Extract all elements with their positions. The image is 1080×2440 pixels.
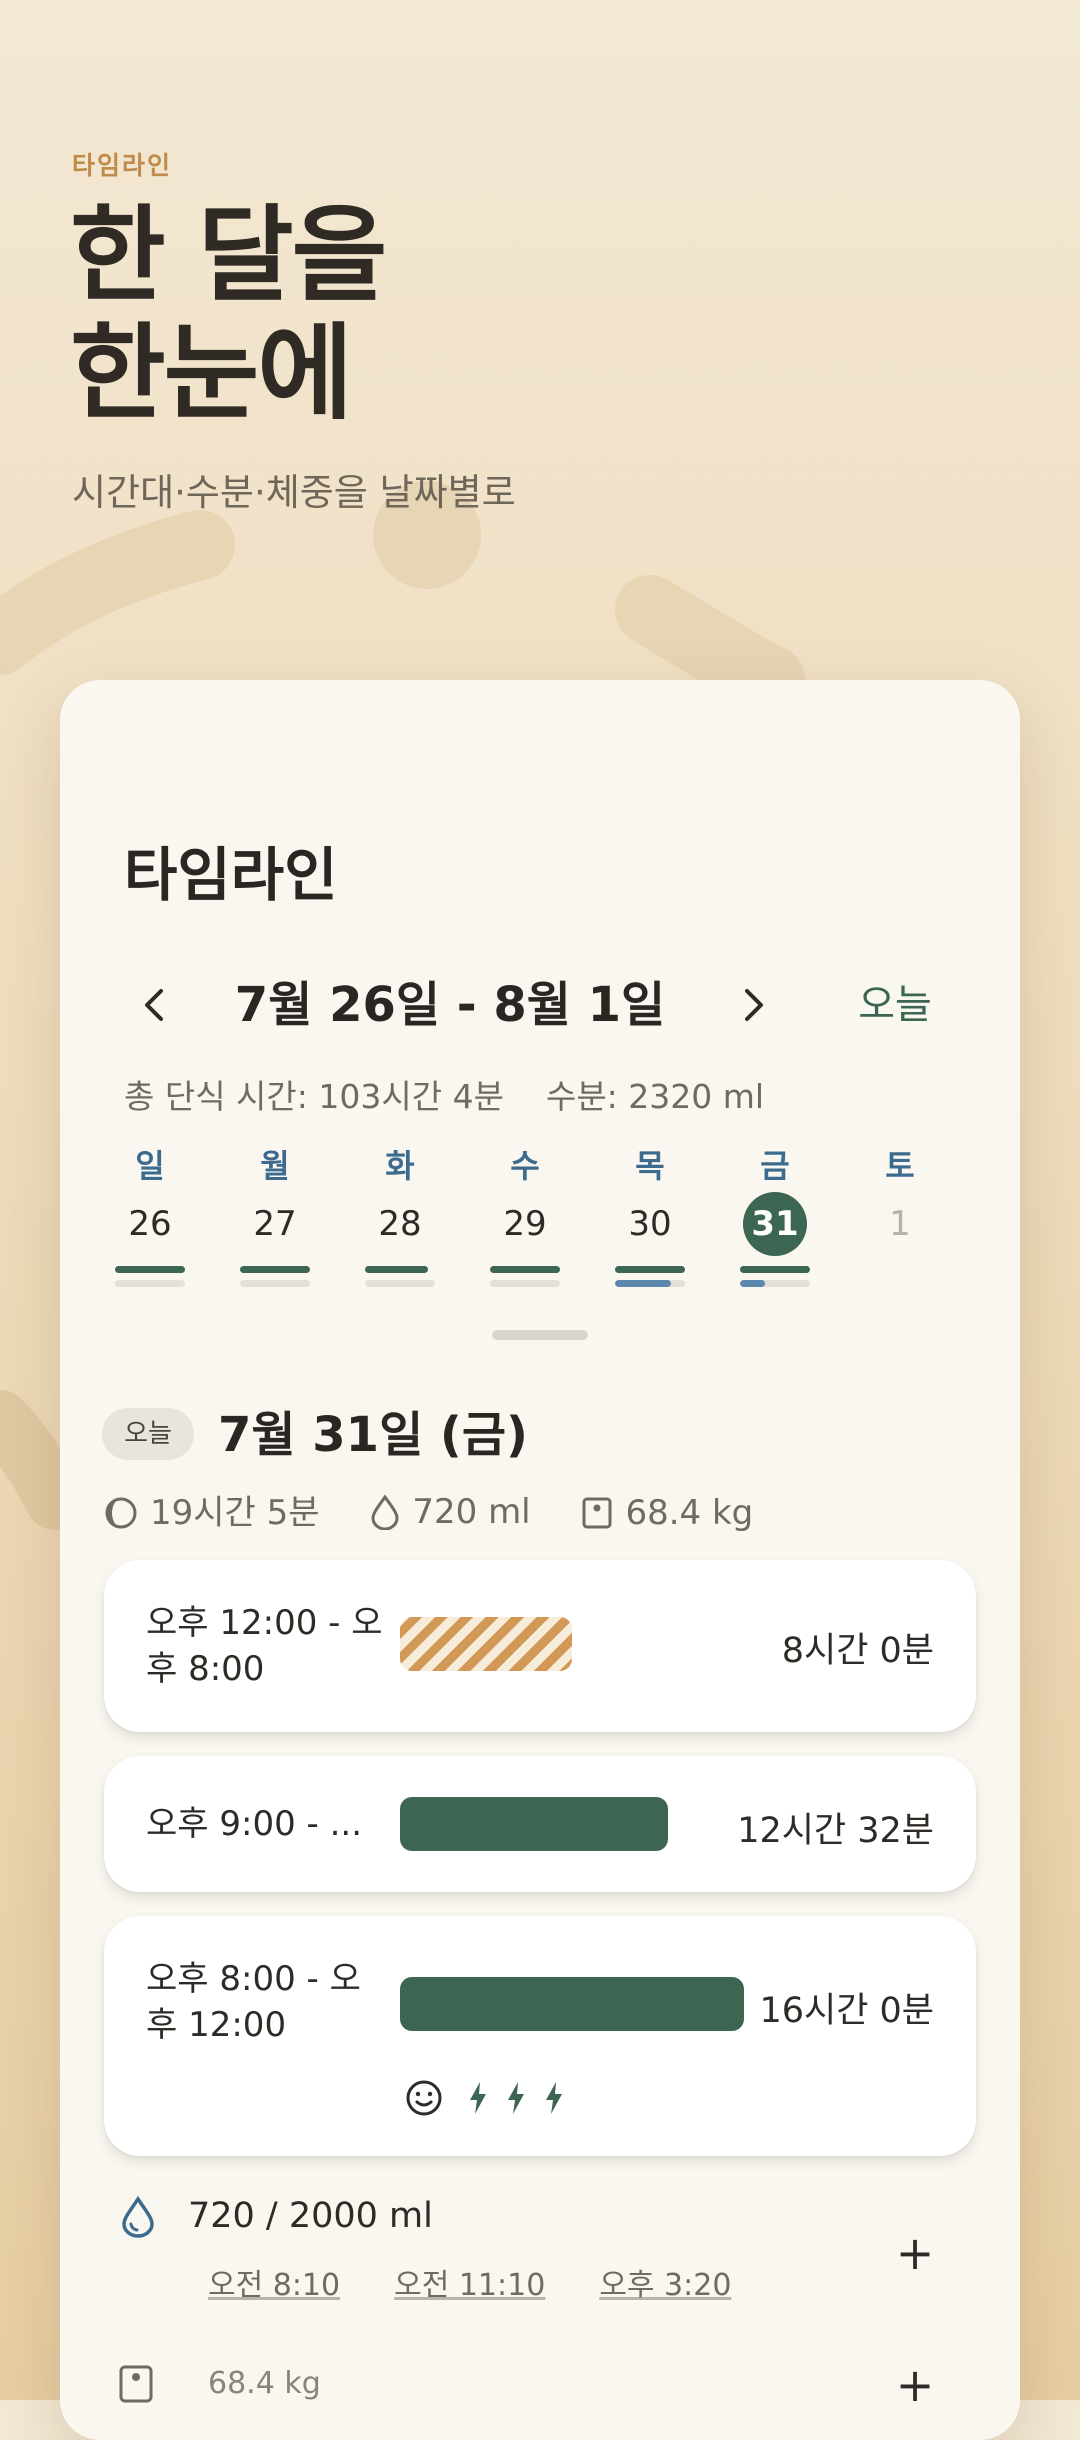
fasting-progress-bar — [490, 1266, 560, 1273]
water-total: 수분: 2320 ml — [545, 1077, 765, 1116]
water-progress-bar — [240, 1280, 310, 1287]
day-of-week: 일 — [135, 1147, 165, 1185]
day-number: 30 — [628, 1204, 672, 1244]
water-drop-icon — [122, 2195, 154, 2238]
water-progress-bar — [740, 1280, 810, 1287]
bolt-icon — [508, 2082, 524, 2114]
next-week-button[interactable] — [724, 970, 784, 1040]
scale-icon — [582, 1497, 612, 1529]
today-button[interactable]: 오늘 — [840, 970, 950, 1040]
mood-energy-row — [404, 2076, 580, 2120]
day-number: 31 — [743, 1192, 807, 1256]
day-number: 28 — [378, 1204, 422, 1244]
fasting-bar — [400, 1797, 668, 1851]
water-amount: 720 / 2000 ml — [188, 2196, 433, 2236]
day-1[interactable]: 토1 — [850, 1140, 950, 1290]
day-number: 26 — [128, 1204, 172, 1244]
day-28[interactable]: 화 28 — [350, 1140, 450, 1290]
fasting-entry-1[interactable]: 오후 12:00 - 오후 8:00 8시간 0분 — [104, 1560, 976, 1732]
entry-duration: 12시간 32분 — [737, 1811, 934, 1851]
week-summary: 총 단식 시간: 103시간 4분 수분: 2320 ml — [124, 1070, 764, 1118]
week-range-title: 7월 26일 - 8월 1일 — [234, 977, 666, 1033]
hero-eyebrow: 타임라인 — [72, 151, 173, 180]
entry-time: 오후 8:00 - 오후 12:00 — [146, 1959, 361, 2045]
scale-icon — [119, 2365, 153, 2403]
prev-week-button[interactable] — [124, 970, 184, 1040]
fasting-total: 총 단식 시간: 103시간 4분 — [124, 1077, 504, 1116]
water-progress-fill — [740, 1280, 766, 1287]
bolt-icon — [470, 2082, 486, 2114]
entry-duration: 8시간 0분 — [781, 1631, 934, 1671]
water-progress-bar — [615, 1280, 685, 1287]
water-log-time[interactable]: 오전 11:10 — [394, 2268, 545, 2303]
day-progress-bars — [490, 1266, 560, 1287]
hero-subtitle: 시간대·수분·체중을 날짜별로 — [72, 471, 516, 514]
day-29[interactable]: 수 29 — [475, 1140, 575, 1290]
water-stat: 720 ml — [370, 1490, 531, 1534]
selected-date-heading: 7월 31일 (금) — [218, 1407, 528, 1463]
today-chip: 오늘 — [102, 1408, 194, 1460]
fasting-entry-2[interactable]: 오후 9:00 - ... 12시간 32분 — [104, 1756, 976, 1892]
day-27[interactable]: 월 27 — [225, 1140, 325, 1290]
day-number: 29 — [503, 1204, 547, 1244]
water-progress-fill — [615, 1280, 671, 1287]
fasting-progress-bar — [615, 1266, 685, 1273]
water-progress-bar — [115, 1280, 185, 1287]
day-of-week: 월 — [260, 1147, 290, 1185]
day-number: 1 — [889, 1204, 911, 1244]
weight-row-icon-wrap — [118, 2364, 154, 2408]
fasting-progress-bar — [365, 1266, 428, 1273]
day-of-week: 수 — [510, 1147, 540, 1185]
day-of-week: 목 — [635, 1147, 665, 1185]
water-row — [120, 2195, 156, 2242]
moon-clock-icon — [105, 1497, 137, 1529]
day-of-week: 금 — [760, 1147, 790, 1185]
water-progress-bar — [490, 1280, 560, 1287]
day-of-week: 토 — [885, 1147, 915, 1185]
fasting-bar — [400, 1977, 744, 2031]
day-26[interactable]: 일 26 — [100, 1140, 200, 1290]
water-progress-bar — [365, 1280, 435, 1287]
add-water-button[interactable]: + — [890, 2228, 940, 2278]
water-log-time[interactable]: 오후 3:20 — [599, 2268, 731, 2303]
day-number: 27 — [253, 1204, 297, 1244]
day-progress-bars — [615, 1266, 685, 1287]
hero-title-line-1: 한 달을 — [70, 194, 387, 316]
smile-icon — [406, 2080, 442, 2116]
water-drop-icon — [371, 1494, 399, 1530]
fasting-progress-bar — [240, 1266, 310, 1273]
chevron-left-icon — [145, 989, 163, 1021]
day-stats: 19시간 5분 720 ml 68.4 kg — [104, 1490, 793, 1541]
weight-stat: 68.4 kg — [581, 1491, 753, 1535]
day-progress-bars — [115, 1266, 185, 1287]
week-strip: 일 26 월 27 화 28 수 29 목 30 금 31 토 1 — [100, 1140, 980, 1290]
bolt-icon — [546, 2082, 562, 2114]
weight-value: 68.4 kg — [208, 2366, 321, 2401]
fasting-bar-hatched — [400, 1617, 572, 1671]
day-progress-bars — [365, 1266, 435, 1287]
hero-title-line-2: 한눈에 — [70, 312, 353, 434]
add-weight-button[interactable]: + — [890, 2360, 940, 2410]
entry-time: 오후 9:00 - ... — [146, 1804, 363, 1844]
entry-time: 오후 12:00 - 오후 8:00 — [146, 1603, 383, 1689]
water-log-times: 오전 8:10 오전 11:10 오후 3:20 — [208, 2260, 785, 2304]
screen-title: 타임라인 — [124, 841, 338, 909]
day-progress-bars — [240, 1266, 310, 1287]
fasting-entry-3[interactable]: 오후 8:00 - 오후 12:00 16시간 0분 — [104, 1916, 976, 2156]
day-of-week: 화 — [385, 1147, 415, 1185]
day-progress-bars — [740, 1266, 810, 1287]
hero-title: 한 달을 한눈에 — [70, 194, 387, 434]
chevron-right-icon — [745, 989, 763, 1021]
fasting-stat: 19시간 5분 — [104, 1491, 320, 1535]
drag-handle[interactable] — [492, 1330, 588, 1340]
water-log-time[interactable]: 오전 8:10 — [208, 2268, 340, 2303]
water-stat-value: 720 ml — [412, 1492, 531, 1532]
fasting-stat-value: 19시간 5분 — [150, 1493, 320, 1533]
weight-stat-value: 68.4 kg — [625, 1493, 754, 1533]
day-31[interactable]: 금 31 — [725, 1140, 825, 1290]
fasting-progress-bar — [115, 1266, 185, 1273]
fasting-progress-bar — [740, 1266, 810, 1273]
day-30[interactable]: 목 30 — [600, 1140, 700, 1290]
entry-duration: 16시간 0분 — [759, 1991, 934, 2031]
